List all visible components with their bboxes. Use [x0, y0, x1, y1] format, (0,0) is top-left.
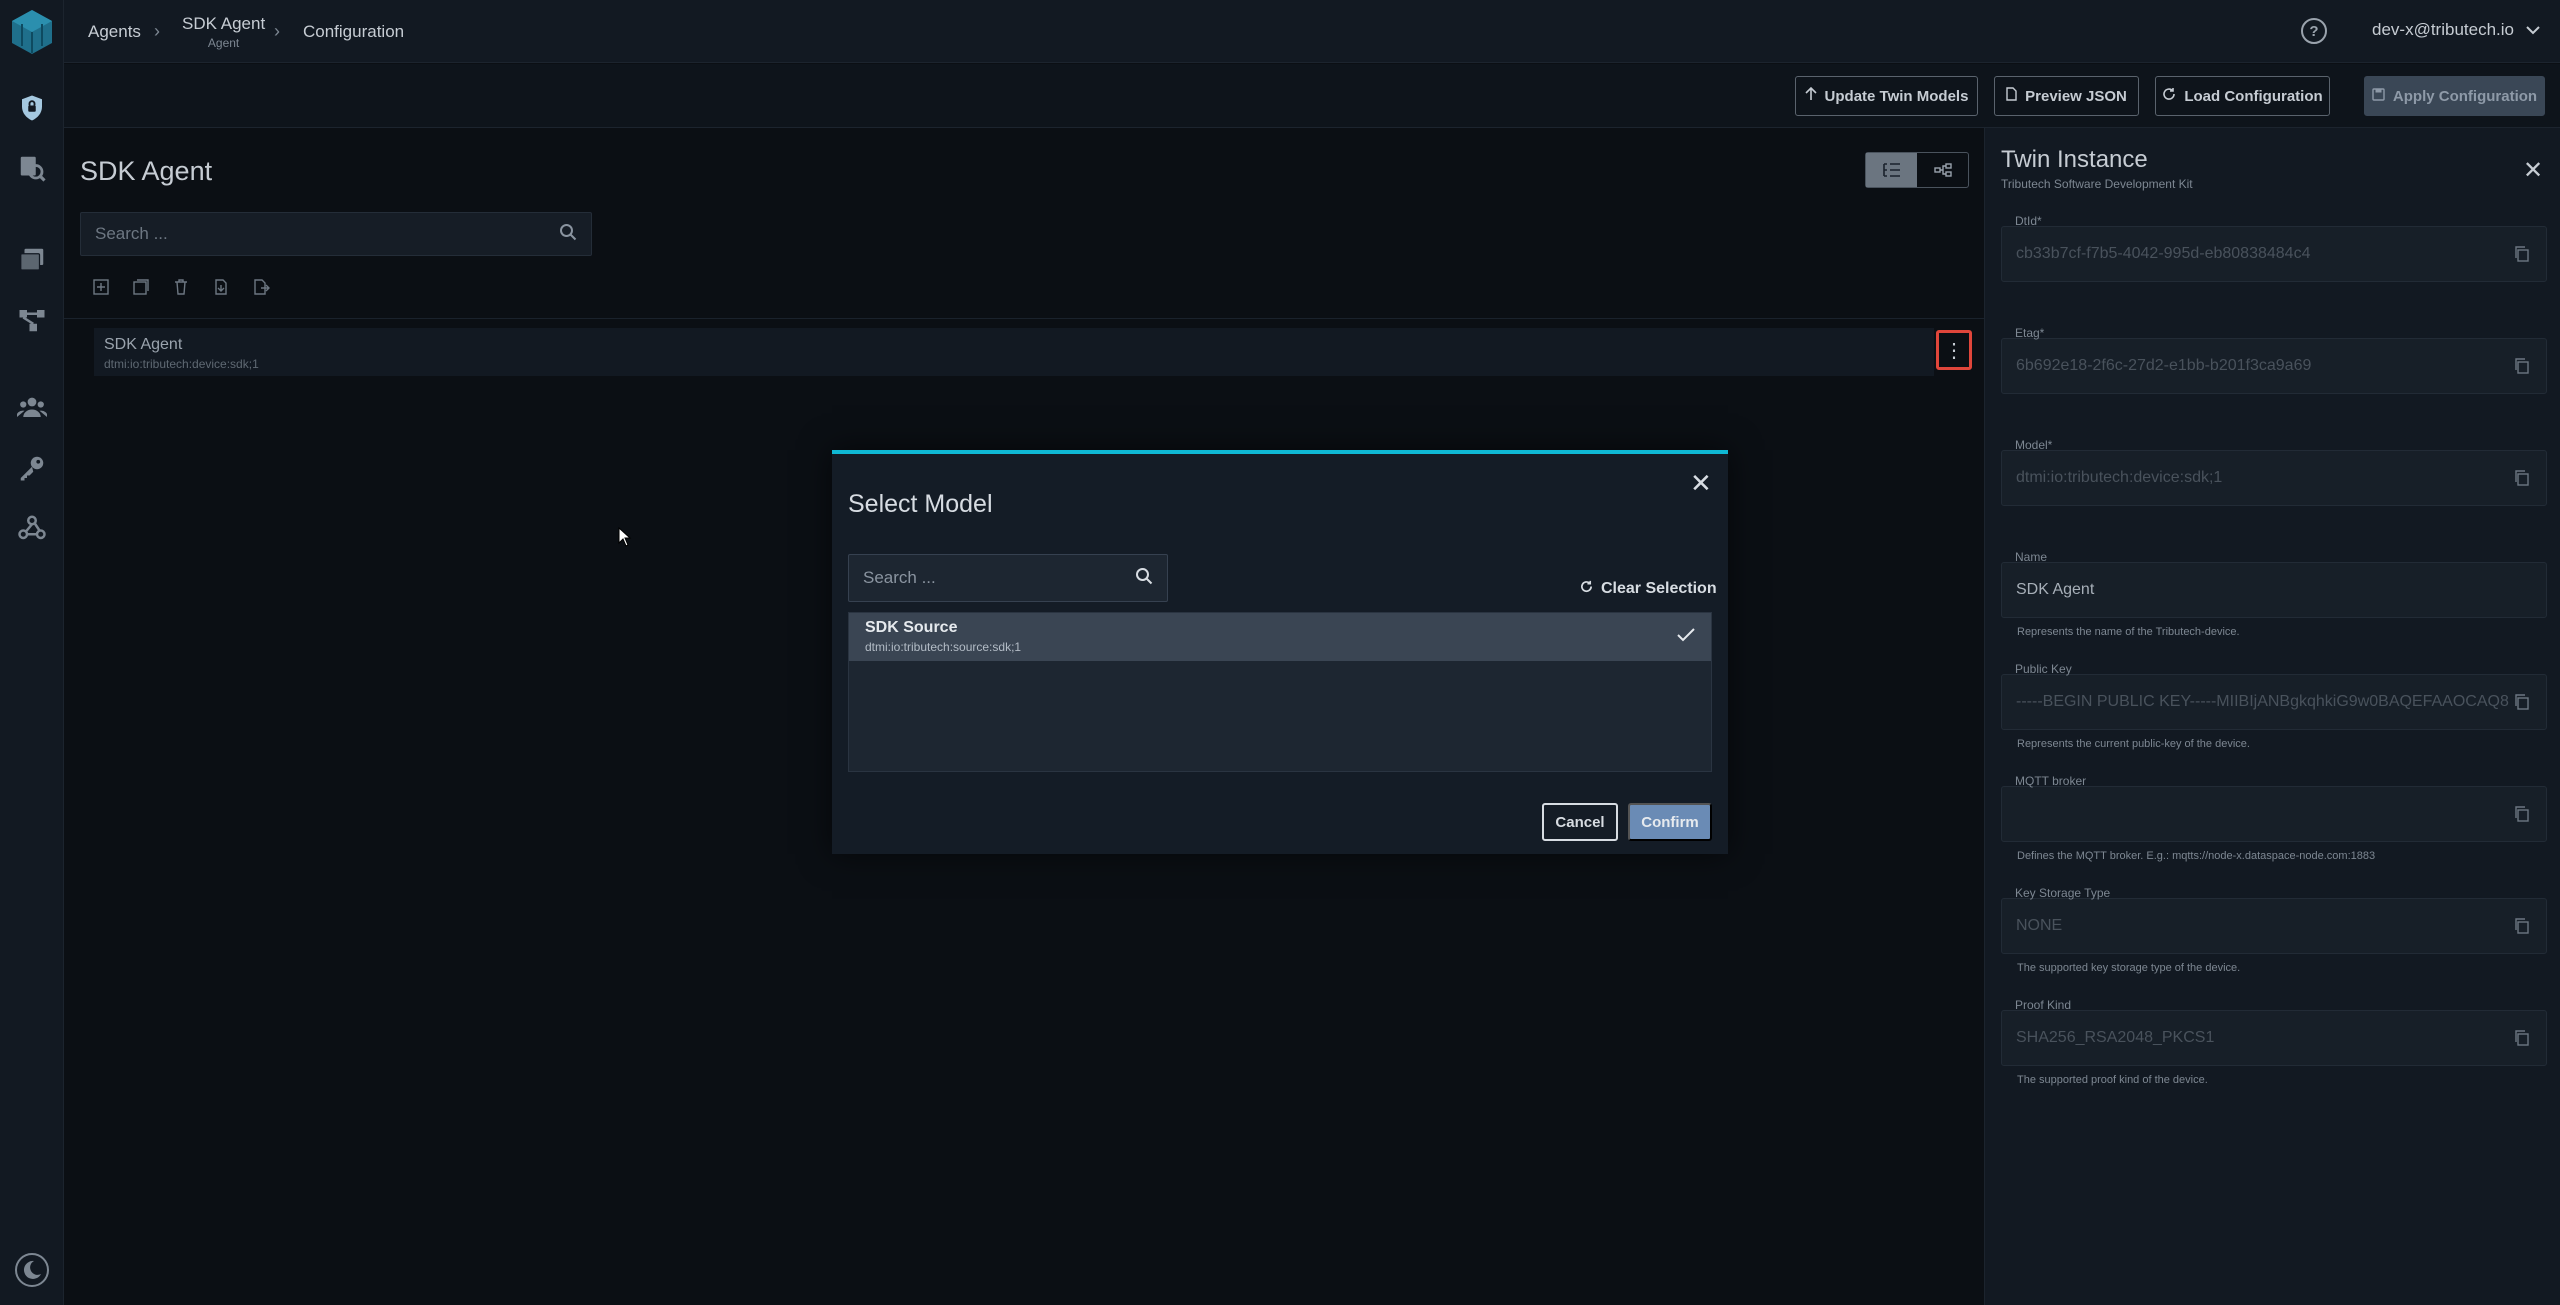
clear-selection-label: Clear Selection — [1601, 580, 1717, 597]
model-search-input[interactable]: Search ... — [848, 554, 1168, 602]
model-name: SDK Source — [865, 619, 958, 636]
model-search-placeholder: Search ... — [863, 568, 936, 587]
search-icon — [1135, 567, 1153, 590]
clear-selection-button[interactable]: Clear Selection — [1580, 580, 1717, 598]
close-icon[interactable]: ✕ — [1690, 468, 1712, 499]
model-dtmi: dtmi:io:tributech:source:sdk;1 — [865, 640, 1022, 654]
checkmark-icon — [1677, 625, 1695, 648]
refresh-icon — [1580, 580, 1593, 598]
cancel-button[interactable]: Cancel — [1542, 803, 1618, 841]
select-model-dialog: Select Model ✕ Search ... Clear Selectio… — [832, 450, 1728, 854]
model-list: SDK Source dtmi:io:tributech:source:sdk;… — [848, 612, 1712, 772]
list-item[interactable]: SDK Source dtmi:io:tributech:source:sdk;… — [849, 613, 1711, 661]
mouse-cursor-icon — [618, 526, 632, 552]
confirm-button[interactable]: Confirm — [1628, 803, 1712, 841]
dialog-title: Select Model — [848, 490, 993, 518]
